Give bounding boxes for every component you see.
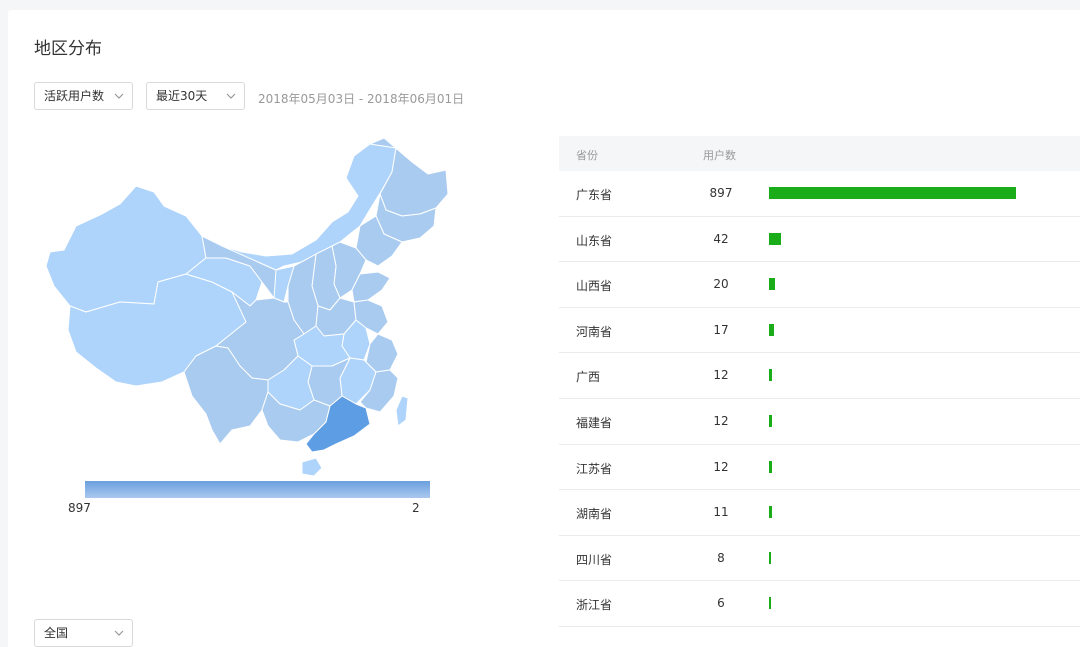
table-row[interactable]: 浙江省 6 — [559, 581, 1080, 627]
user-count: 42 — [713, 231, 729, 246]
user-count-bar — [769, 506, 772, 519]
province-name: 河南省 — [576, 324, 613, 339]
table-row[interactable]: 广东省 897 — [559, 171, 1080, 217]
user-count: 897 — [709, 186, 733, 200]
user-count-bar — [769, 551, 771, 564]
province-name: 福建省 — [576, 415, 613, 430]
province-name: 湖南省 — [576, 507, 613, 522]
table-row[interactable]: 江苏省 12 — [559, 445, 1080, 491]
user-count-bar — [769, 460, 772, 473]
user-count-bar — [769, 187, 1016, 199]
table-row[interactable]: 山东省 42 — [559, 217, 1080, 263]
user-count-bar — [769, 597, 771, 610]
page-title: 地区分布 — [34, 39, 102, 59]
map-region-taiwan[interactable] — [395, 395, 409, 427]
legend-min-label: 2 — [412, 501, 420, 515]
table-row[interactable]: 河南省 17 — [559, 308, 1080, 354]
metric-select[interactable]: 活跃用户数 — [34, 82, 133, 110]
map-legend-gradient — [85, 481, 430, 498]
user-count: 11 — [713, 505, 729, 520]
user-count-bar — [769, 232, 781, 245]
period-select-value: 最近30天 — [156, 89, 208, 103]
date-range: 2018年05月03日 - 2018年06月01日 — [258, 92, 465, 106]
table-header: 省份 用户数 — [559, 136, 1080, 171]
province-name: 广东省 — [576, 188, 613, 202]
user-count-bar — [769, 414, 772, 427]
chevron-down-icon — [114, 83, 124, 109]
province-name: 山西省 — [576, 279, 613, 294]
user-count: 17 — [713, 322, 729, 337]
legend-max-label: 897 — [68, 501, 91, 515]
table-row[interactable]: 四川省 8 — [559, 536, 1080, 582]
chevron-down-icon — [226, 83, 236, 109]
user-count: 6 — [717, 596, 725, 611]
period-select[interactable]: 最近30天 — [146, 82, 245, 110]
user-count: 12 — [713, 368, 729, 383]
user-count-bar — [769, 323, 774, 336]
province-name: 山东省 — [576, 233, 613, 248]
table-row[interactable]: 福建省 12 — [559, 399, 1080, 445]
region-select-value: 全国 — [44, 626, 69, 640]
user-count: 20 — [713, 277, 729, 292]
user-count-bar — [769, 278, 775, 291]
table-row[interactable]: 山西省 20 — [559, 262, 1080, 308]
column-header-province: 省份 — [576, 149, 598, 162]
table-row[interactable]: 广西 12 — [559, 353, 1080, 399]
metric-select-value: 活跃用户数 — [44, 89, 105, 103]
table-row[interactable]: 湖南省 11 — [559, 490, 1080, 536]
table-body: 广东省 897 山东省 42 山西省 20 河南省 17 广西 12 福建省 12 江苏省 12 湖南省 11… — [559, 171, 1080, 627]
province-name: 四川省 — [576, 552, 613, 567]
province-table: 省份 用户数 广东省 897 山东省 42 山西省 20 河南省 17 广西 12 福建省 12 江苏省… — [559, 136, 1080, 627]
china-map[interactable] — [36, 134, 456, 479]
user-count: 8 — [717, 550, 725, 565]
column-header-users: 用户数 — [703, 149, 736, 162]
province-name: 浙江省 — [576, 598, 613, 613]
region-select[interactable]: 全国 — [34, 619, 133, 647]
user-count-bar — [769, 369, 772, 382]
user-count: 12 — [713, 413, 729, 428]
province-name: 广西 — [576, 370, 601, 385]
province-name: 江苏省 — [576, 461, 613, 476]
map-region-hainan[interactable] — [301, 457, 323, 477]
chevron-down-icon — [114, 620, 124, 646]
user-count: 12 — [713, 459, 729, 474]
